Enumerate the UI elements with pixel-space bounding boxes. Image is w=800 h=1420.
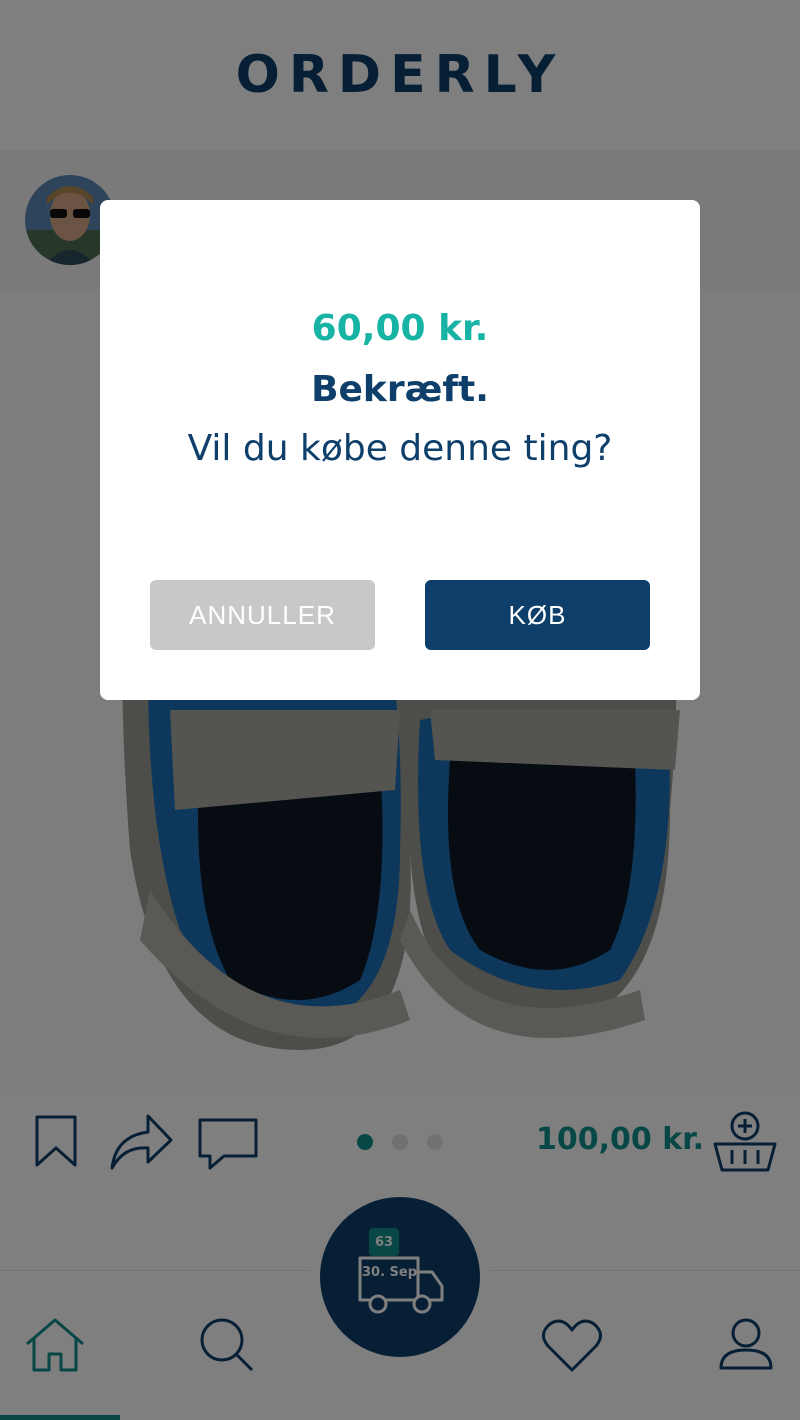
dialog-title: Bekræft. (311, 369, 489, 410)
offer-price: 60,00 kr. (311, 308, 489, 349)
cancel-button[interactable]: ANNULLER (150, 580, 375, 650)
buy-button[interactable]: KØB (425, 580, 650, 650)
dialog-message: Vil du købe denne ting? (187, 428, 613, 469)
